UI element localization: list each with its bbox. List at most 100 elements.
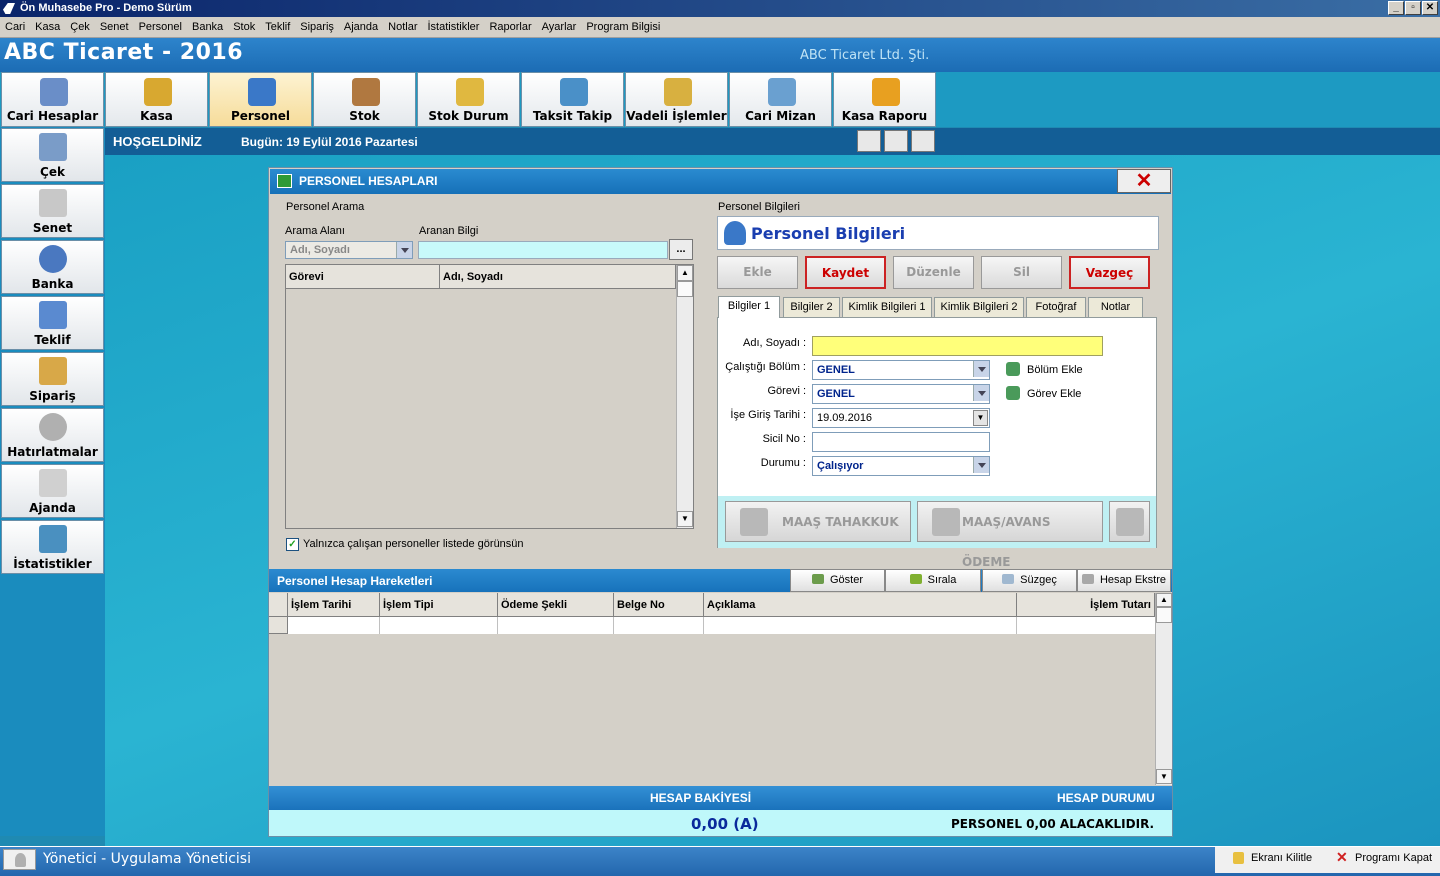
sidebar-hatirlatmalar[interactable]: Hatırlatmalar [1,408,104,462]
scroll-thumb[interactable] [1156,607,1172,623]
menu-cek[interactable]: Çek [65,17,95,38]
col-odeme-sekli[interactable]: Ödeme Şekli [498,593,614,617]
table-row[interactable] [288,617,1155,634]
tab-kimlik-2[interactable]: Kimlik Bilgileri 2 [934,297,1024,317]
toolbar-stok-durum[interactable]: Stok Durum [417,72,520,127]
sidebar-senet[interactable]: Senet [1,184,104,238]
name-field[interactable] [812,336,1103,356]
chevron-down-icon [973,457,989,473]
add-role-label[interactable]: Görev Ekle [1027,388,1081,400]
dept-select[interactable]: GENEL [812,360,990,380]
toolbar-kasa-raporu[interactable]: Kasa Raporu [833,72,936,127]
sirala-button[interactable]: Sırala [885,569,981,592]
menu-banka[interactable]: Banka [187,17,228,38]
tab-bilgiler-2[interactable]: Bilgiler 2 [783,297,840,317]
hesap-ekstre-button[interactable]: Hesap Ekstre [1077,569,1171,592]
balance-label: HESAP BAKİYESİ [650,791,752,805]
menu-personel[interactable]: Personel [134,17,187,38]
menu-senet[interactable]: Senet [95,17,134,38]
role-select[interactable]: GENEL [812,384,990,404]
suzgec-button[interactable]: Süzgeç [982,569,1077,592]
ekle-button[interactable]: Ekle [717,256,798,289]
tab-notlar[interactable]: Notlar [1088,297,1143,317]
note-icon[interactable] [857,130,881,152]
minimize-button[interactable]: _ [1388,1,1404,15]
duzenle-button[interactable]: Düzenle [893,256,974,289]
col-aciklama[interactable]: Açıklama [704,593,1017,617]
toolbar-cari-hesaplar[interactable]: Cari Hesaplar [1,72,104,127]
col-islem-tutari[interactable]: İşlem Tutarı [1017,593,1155,617]
status-select[interactable]: Çalışıyor [812,456,990,476]
toolbar-stok[interactable]: Stok [313,72,416,127]
signature-icon [740,508,768,536]
sidebar-ajanda[interactable]: Ajanda [1,464,104,518]
list-scrollbar[interactable]: ▲ ▼ [676,265,693,528]
menu-siparis[interactable]: Sipariş [295,17,339,38]
search-query-input[interactable] [418,241,668,259]
close-window-button[interactable]: ✕ [1422,1,1438,15]
sidebar-siparis[interactable]: Sipariş [1,352,104,406]
scroll-down-icon[interactable]: ▼ [677,511,693,527]
toolbar-personel[interactable]: Personel [209,72,312,127]
exit-program-button[interactable]: Programı Kapat [1355,852,1432,864]
toolbar-taksit-takip[interactable]: Taksit Takip [521,72,624,127]
scroll-down-icon[interactable]: ▼ [1156,769,1172,784]
menu-program-bilgisi[interactable]: Program Bilgisi [581,17,665,38]
menu-raporlar[interactable]: Raporlar [484,17,536,38]
scroll-up-icon[interactable]: ▲ [1156,593,1172,607]
add-role-icon[interactable] [1006,386,1020,400]
add-dept-icon[interactable] [1006,362,1020,376]
exit-icon[interactable]: ✕ [1336,849,1348,866]
copy-icon [1116,508,1144,536]
restore-button[interactable]: ▫ [1405,1,1421,15]
menu-cari[interactable]: Cari [0,17,30,38]
start-date-picker[interactable]: 19.09.2016 ▼ [812,408,990,428]
lock-screen-button[interactable]: Ekranı Kilitle [1251,852,1312,864]
goster-button[interactable]: Göster [790,569,885,592]
toolbar-cari-mizan[interactable]: Cari Mizan [729,72,832,127]
salary-payment-button[interactable]: MAAŞ/AVANS ÖDEME [917,501,1103,569]
tab-bilgiler-1[interactable]: Bilgiler 1 [718,296,780,318]
calendar-dropdown-icon[interactable]: ▼ [973,410,988,426]
salary-accrual-button[interactable]: MAAŞ TAHAKKUK [725,501,911,542]
calculator-icon[interactable] [884,130,908,152]
menu-ajanda[interactable]: Ajanda [339,17,383,38]
toolbar-kasa[interactable]: Kasa [105,72,208,127]
scroll-thumb[interactable] [677,281,693,297]
menu-stok[interactable]: Stok [228,17,260,38]
movements-grid[interactable]: İşlem Tarihi İşlem Tipi Ödeme Şekli Belg… [269,593,1172,785]
search-area-select[interactable]: Adı, Soyadı [285,241,413,259]
col-adi-soyadi[interactable]: Adı, Soyadı [440,265,676,289]
sidebar-istatistikler[interactable]: İstatistikler [1,520,104,574]
sidebar-cek[interactable]: Çek [1,128,104,182]
check-icon [39,133,67,161]
tab-kimlik-1[interactable]: Kimlik Bilgileri 1 [842,297,932,317]
menu-istatistikler[interactable]: İstatistikler [423,17,485,38]
only-active-checkbox[interactable]: ✓ [286,538,299,551]
menu-notlar[interactable]: Notlar [383,17,422,38]
col-belge-no[interactable]: Belge No [614,593,704,617]
col-gorevi[interactable]: Görevi [286,265,440,289]
sil-button[interactable]: Sil [981,256,1062,289]
toolbar-vadeli-islemler[interactable]: Vadeli İşlemler [625,72,728,127]
personel-list[interactable]: Görevi Adı, Soyadı ▲ ▼ [285,264,694,529]
grid-scrollbar[interactable]: ▲ ▼ [1155,593,1172,785]
reg-field[interactable] [812,432,990,452]
tab-fotograf[interactable]: Fotoğraf [1026,297,1086,317]
menu-ayarlar[interactable]: Ayarlar [537,17,582,38]
dialog-close-button[interactable]: ✕ [1117,169,1171,193]
vazgec-button[interactable]: Vazgeç [1069,256,1150,289]
menu-teklif[interactable]: Teklif [260,17,295,38]
lock-icon[interactable] [1233,852,1244,864]
copy-report-button[interactable] [1109,501,1150,542]
scroll-up-icon[interactable]: ▲ [677,265,693,281]
sidebar-teklif[interactable]: Teklif [1,296,104,350]
menu-kasa[interactable]: Kasa [30,17,65,38]
kaydet-button[interactable]: Kaydet [805,256,886,289]
col-islem-tarihi[interactable]: İşlem Tarihi [288,593,380,617]
col-islem-tipi[interactable]: İşlem Tipi [380,593,498,617]
add-dept-label[interactable]: Bölüm Ekle [1027,364,1083,376]
tools-icon[interactable] [911,130,935,152]
search-browse-button[interactable]: ... [669,239,693,260]
sidebar-banka[interactable]: Banka [1,240,104,294]
